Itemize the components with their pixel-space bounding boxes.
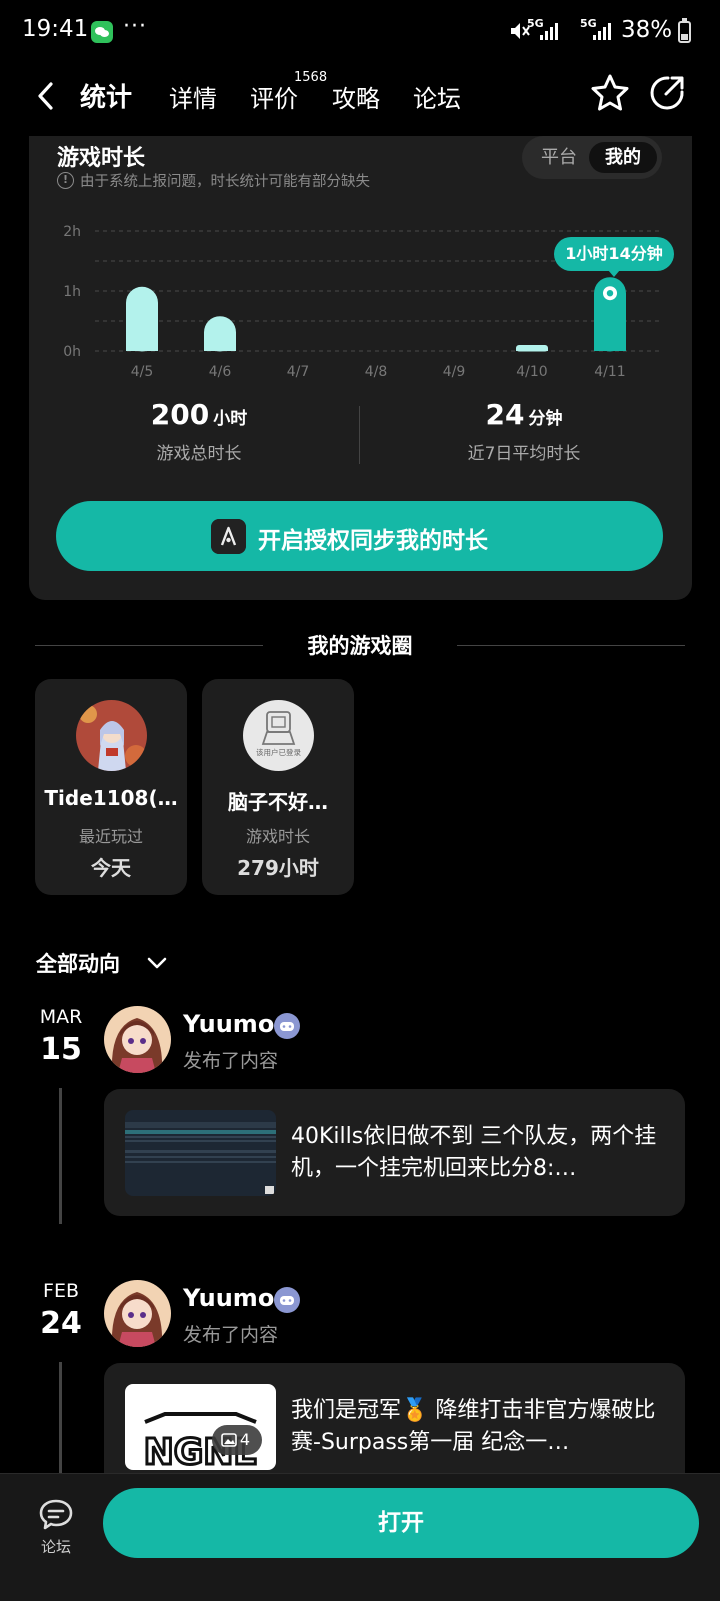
game-circle-title: 我的游戏圈	[307, 634, 413, 658]
timeline-line	[59, 1088, 62, 1224]
date-month: MAR	[39, 1006, 83, 1028]
circle-name: 脑子不好…	[228, 790, 328, 814]
x-tick-label: 4/8	[365, 364, 388, 380]
average-time-value: 24	[485, 398, 525, 431]
post-text: 我们是冠军🏅 降维打击非官方爆破比赛-Surpass第一届 纪念一…	[291, 1398, 656, 1455]
total-time-label: 游戏总时长	[156, 444, 242, 464]
play-time-card: 游戏时长 ! 由于系统上报问题，时长统计可能有部分缺失 平台 我的 0h 1h 2h…	[29, 136, 692, 600]
average-time-label: 近7日平均时长	[467, 444, 581, 464]
info-icon: !	[57, 172, 74, 189]
gamepad-icon	[274, 1287, 300, 1313]
y-tick-label: 0h	[63, 344, 81, 360]
x-tick-label: 4/5	[131, 364, 154, 380]
app-logo-icon	[211, 519, 246, 554]
chart-bar-base	[594, 335, 626, 351]
avatar-caption: 该用户已登录	[256, 747, 301, 757]
feed-username[interactable]: Yuumo	[183, 1284, 274, 1312]
battery-percent: 38%	[621, 17, 673, 43]
x-tick-label: 4/11	[594, 364, 625, 380]
circle-name: Tide1108(…	[44, 786, 178, 810]
feed-action: 发布了内容	[183, 1050, 279, 1072]
avatar[interactable]	[104, 1280, 171, 1347]
date-day: 24	[40, 1306, 82, 1341]
tab-forum[interactable]: 论坛	[413, 79, 461, 114]
card-note: 由于系统上报问题，时长统计可能有部分缺失	[80, 174, 370, 190]
game-circle-card[interactable]: 该用户已登录 脑子不好… 游戏时长 279小时	[202, 679, 354, 895]
status-time: 19:41	[22, 16, 89, 42]
circle-sub-label: 最近玩过	[78, 827, 143, 846]
circle-value: 279小时	[237, 856, 319, 880]
avatar: 该用户已登录	[243, 700, 314, 771]
wechat-notification-icon	[91, 21, 113, 43]
total-time-value: 200	[150, 398, 210, 431]
y-tick-label: 1h	[63, 284, 81, 300]
circle-sub-label: 游戏时长	[245, 827, 310, 846]
card-title: 游戏时长	[57, 146, 146, 171]
post-text: 40Kills依旧做不到 三个队友，两个挂机，一个挂完机回来比分8:…	[291, 1124, 657, 1181]
feed-action: 发布了内容	[183, 1324, 279, 1346]
chevron-down-icon[interactable]	[146, 952, 168, 974]
chart-tooltip: 1小时14分钟	[554, 237, 674, 277]
game-circle-card[interactable]: Tide1108(… 最近玩过 今天	[35, 679, 187, 895]
back-icon[interactable]	[34, 80, 58, 112]
circle-value: 今天	[91, 856, 131, 880]
date-day: 15	[40, 1032, 82, 1067]
avatar	[76, 700, 147, 771]
forum-label[interactable]: 论坛	[38, 1536, 74, 1557]
total-time-stat: 200 小时 游戏总时长	[49, 398, 349, 464]
image-count: 4	[239, 1430, 251, 1449]
signal-icon-2	[593, 23, 611, 40]
x-tick-label: 4/9	[443, 364, 466, 380]
status-bar: 19:41 ··· 5G 5G 38%	[0, 0, 720, 62]
source-toggle[interactable]: 平台 我的	[522, 136, 662, 179]
toggle-platform[interactable]: 平台	[530, 142, 588, 173]
open-button[interactable]: 打开	[103, 1488, 699, 1558]
share-icon[interactable]	[648, 74, 686, 112]
y-tick-label: 2h	[63, 224, 81, 240]
battery-icon	[678, 18, 691, 43]
average-time-unit: 分钟	[528, 409, 563, 429]
x-tick-label: 4/6	[209, 364, 232, 380]
top-nav: 统计 详情 评价 1568 攻略 论坛	[0, 62, 720, 136]
signal-icon	[540, 23, 558, 40]
feed-username[interactable]: Yuumo	[183, 1010, 274, 1038]
average-time-stat: 24 分钟 近7日平均时长	[374, 398, 674, 464]
sync-time-button[interactable]: 开启授权同步我的时长	[56, 501, 663, 571]
feed-filter-dropdown[interactable]: 全部动向	[36, 948, 120, 978]
image-count-badge: 4	[212, 1425, 262, 1455]
reviews-count-badge: 1568	[294, 70, 328, 85]
more-notifications-icon: ···	[123, 14, 147, 39]
chart-bar-base	[126, 335, 158, 351]
x-tick-label: 4/7	[287, 364, 310, 380]
tab-reviews[interactable]: 评价	[250, 79, 298, 114]
tab-details[interactable]: 详情	[169, 79, 217, 114]
forum-icon[interactable]	[38, 1498, 74, 1532]
total-time-unit: 小时	[213, 409, 248, 429]
sync-time-label: 开启授权同步我的时长	[258, 528, 488, 554]
toggle-mine[interactable]: 我的	[589, 142, 657, 173]
avatar[interactable]	[104, 1006, 171, 1073]
chart-bar-base	[516, 348, 548, 351]
highlight-marker-center	[606, 290, 614, 297]
post-thumbnail	[125, 1110, 276, 1196]
date-month: FEB	[43, 1280, 79, 1302]
tab-guides[interactable]: 攻略	[332, 79, 380, 114]
gamepad-icon	[274, 1013, 300, 1039]
tab-stats[interactable]: 统计	[80, 77, 132, 114]
post-card[interactable]: 40Kills依旧做不到 三个队友，两个挂机，一个挂完机回来比分8:…	[104, 1089, 685, 1216]
image-icon	[221, 1433, 237, 1447]
x-tick-label: 4/10	[516, 364, 547, 380]
chart-bar-base	[204, 335, 236, 351]
post-card[interactable]: NGNL 4 我们是冠军🏅 降维打击非官方爆破比赛-Surpass第一届 纪念一…	[104, 1363, 685, 1490]
bottom-bar: 论坛 打开	[0, 1473, 720, 1601]
stat-divider	[359, 406, 360, 464]
star-icon[interactable]	[589, 72, 631, 114]
